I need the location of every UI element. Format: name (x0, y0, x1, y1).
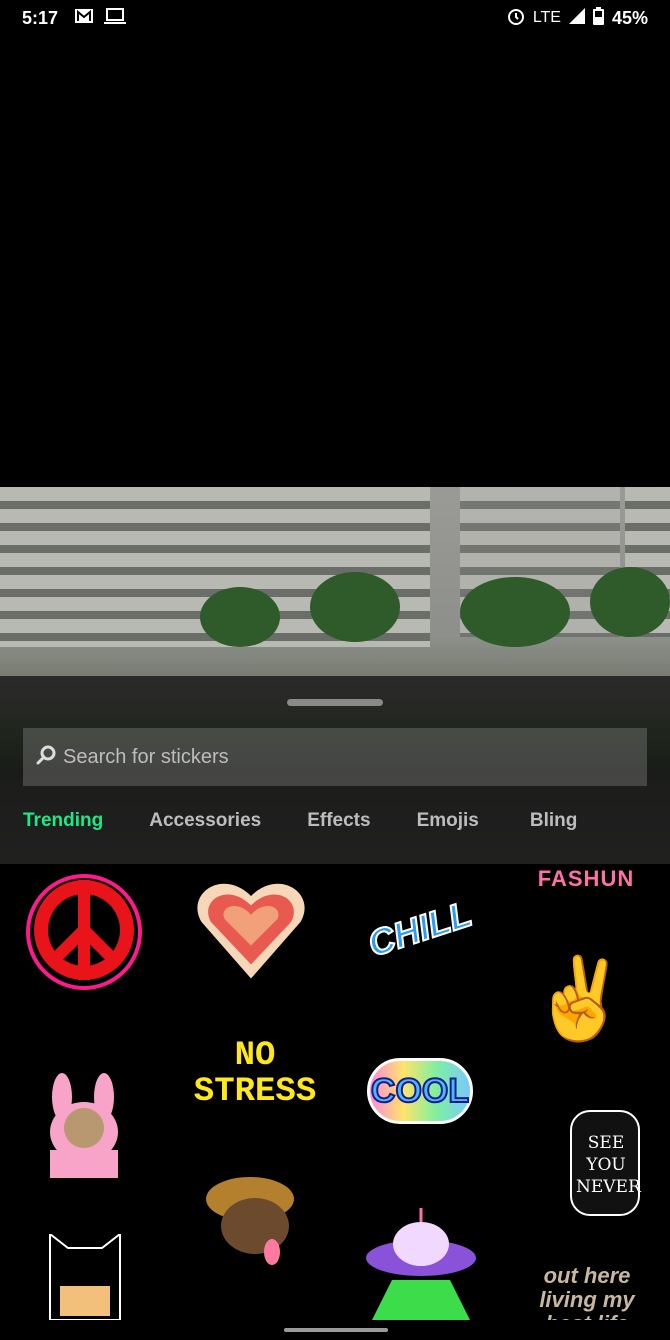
tab-bling[interactable]: Bling (530, 810, 578, 832)
sticker-ufo[interactable] (362, 1200, 480, 1320)
signal-icon (568, 7, 585, 29)
sticker-fashun[interactable]: FASHUN (528, 864, 644, 894)
sticker-see-you-never[interactable]: SEE YOU NEVER (532, 1110, 644, 1220)
tab-accessories[interactable]: Accessories (149, 810, 261, 832)
sticker-dog-hat[interactable] (200, 1174, 300, 1266)
sticker-grid: CHILL FASHUN ✌ NO STRESS COOL SEE YOU NE… (0, 864, 670, 1320)
laptop-icon (104, 7, 127, 29)
sticker-victory-hand[interactable]: ✌ (530, 944, 630, 1054)
sticker-batman[interactable] (30, 1234, 140, 1320)
alarm-icon (507, 7, 525, 30)
network-type: LTE (532, 9, 561, 26)
status-bar: 5:17 LTE 45% (0, 0, 670, 36)
search-icon (35, 744, 57, 771)
sticker-chill[interactable]: CHILL (357, 879, 483, 980)
sticker-see-you-never-text: SEE YOU NEVER (576, 1133, 641, 1197)
sticker-cool[interactable]: COOL (367, 1058, 473, 1124)
camera-preview[interactable] (0, 487, 670, 864)
gesture-nav-bar[interactable] (284, 1328, 388, 1332)
sticker-peace[interactable] (24, 870, 146, 1000)
sticker-heart[interactable] (192, 870, 310, 988)
clock: 5:17 (22, 7, 59, 28)
sticker-search-bar[interactable] (23, 728, 647, 786)
tab-trending[interactable]: Trending (23, 810, 103, 832)
sticker-bunny-cat[interactable] (32, 1072, 138, 1178)
search-input[interactable] (63, 745, 623, 769)
battery-level: 45% (611, 7, 648, 28)
category-tabs: Trending Accessories Effects Emojis Blin… (23, 810, 577, 832)
tab-effects[interactable]: Effects (307, 810, 370, 832)
gmail-icon (74, 8, 94, 29)
sticker-living[interactable]: out here living my best life (522, 1264, 652, 1321)
drag-handle[interactable] (287, 699, 383, 706)
tab-emojis[interactable]: Emojis (417, 810, 479, 832)
battery-icon (592, 6, 604, 30)
sticker-no-stress[interactable]: NO STRESS (194, 1034, 316, 1114)
